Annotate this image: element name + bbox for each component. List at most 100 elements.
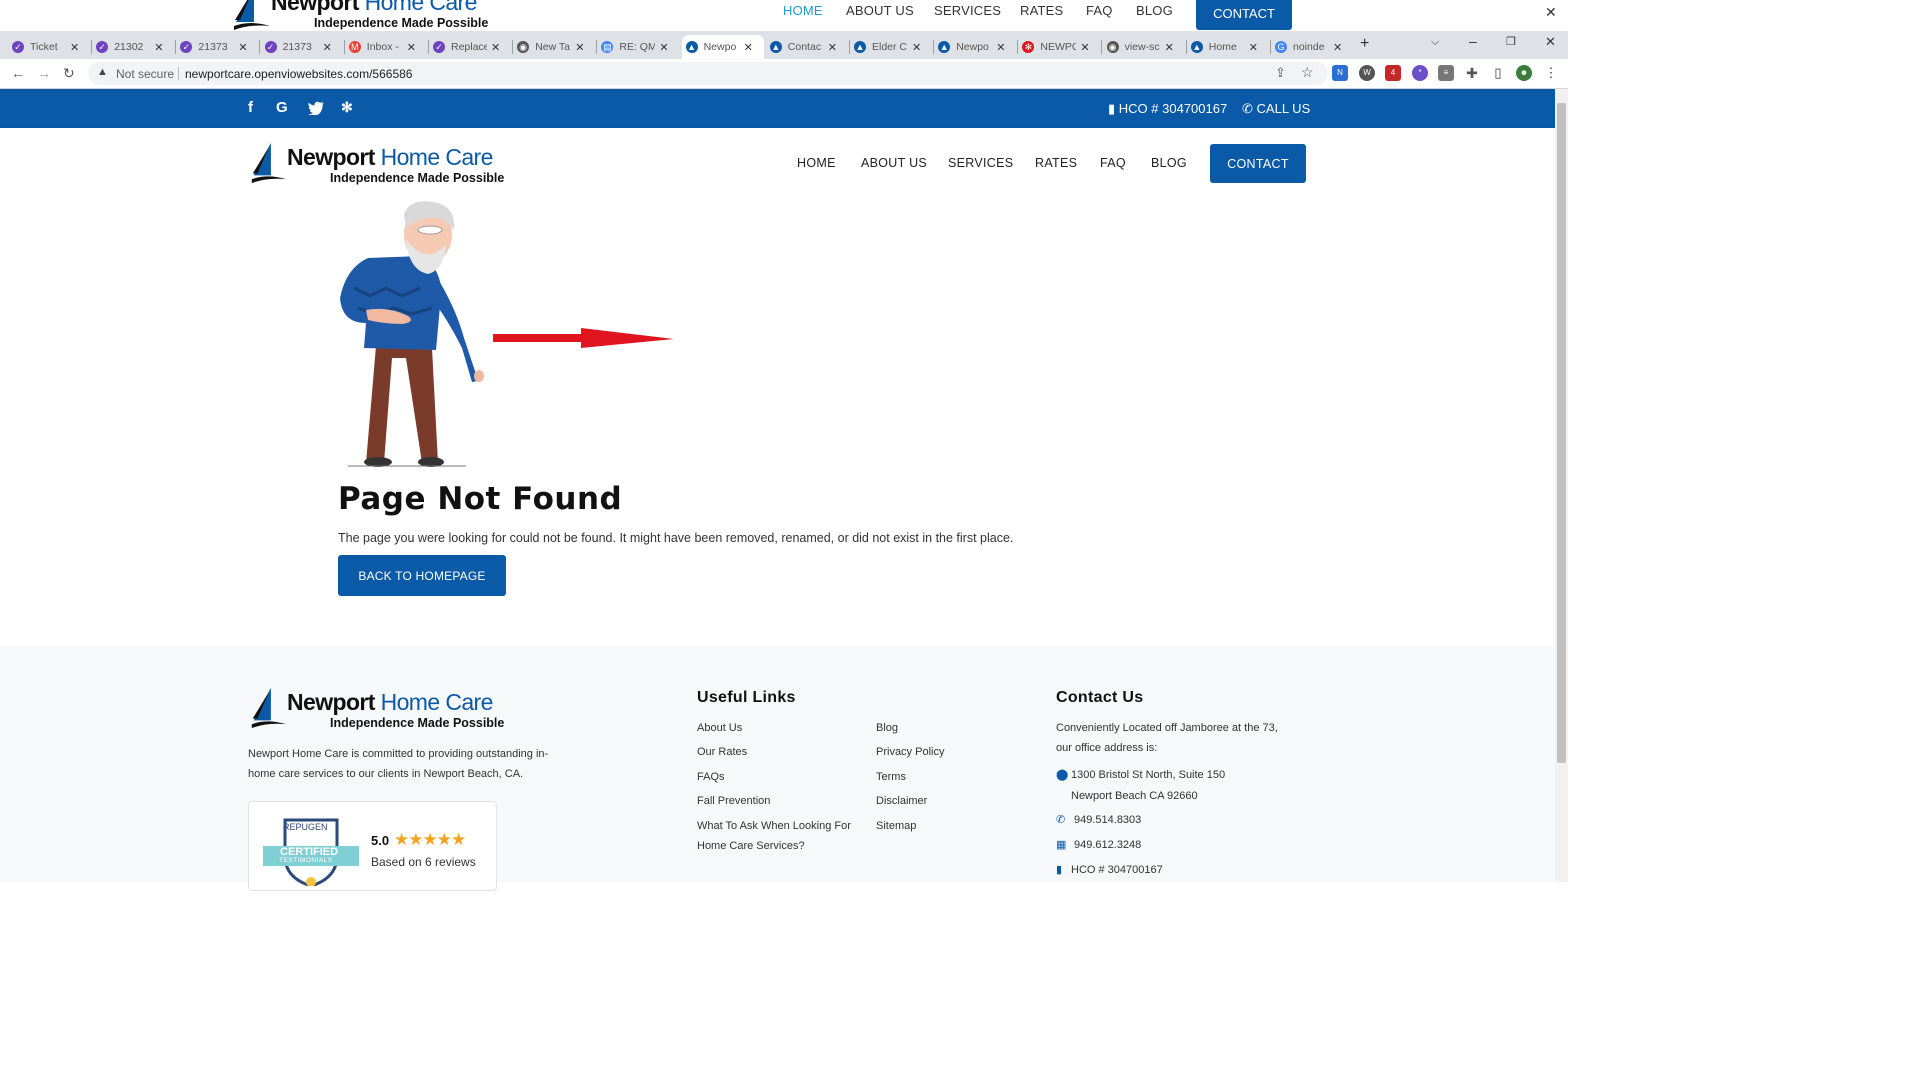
menu-kebab-icon[interactable]: ⋮: [1543, 65, 1559, 81]
footer-about-line: home care services to our clients in New…: [248, 768, 524, 780]
twitter-icon[interactable]: [308, 101, 324, 115]
reload-icon[interactable]: ↻: [63, 65, 75, 82]
repugen-badge[interactable]: REPUGEN CERTIFIED TESTIMONIALS 5.0 ★★★★★…: [248, 801, 497, 891]
tab-close-icon[interactable]: ✕: [996, 41, 1005, 54]
browser-tab[interactable]: ▤ RE: QM ✕: [597, 35, 679, 59]
browser-tab[interactable]: ▲ Contac ✕: [766, 35, 848, 59]
tab-close-icon[interactable]: ✕: [659, 41, 668, 54]
tab-title: Elder C: [872, 41, 908, 53]
omnibox[interactable]: ▲ Not secure newportcare.openviowebsites…: [88, 62, 1328, 85]
tab-close-icon[interactable]: ✕: [828, 41, 837, 54]
footer-phone-link[interactable]: 949.514.8303: [1074, 814, 1141, 826]
forward-arrow-icon[interactable]: →: [37, 65, 51, 81]
header-logo[interactable]: Newport Home Care Independence Made Poss…: [248, 141, 508, 189]
nav-blog[interactable]: BLOG: [1151, 156, 1187, 170]
facebook-icon[interactable]: f: [248, 99, 253, 116]
side-panel-icon[interactable]: ▯: [1490, 65, 1506, 81]
browser-tab[interactable]: ✓ 21373 ✕: [261, 35, 343, 59]
warning-triangle-icon[interactable]: ▲: [97, 66, 108, 78]
footer-link-blog[interactable]: Blog: [876, 722, 898, 734]
browser-tab[interactable]: M Inbox - ✕: [345, 35, 427, 59]
ghost-nav-faq[interactable]: FAQ: [1086, 3, 1113, 18]
browser-tab[interactable]: ✓ Ticket ✕: [8, 35, 90, 59]
tab-search-chevron-icon[interactable]: ⌵: [1431, 36, 1439, 49]
ghost-nav-rates[interactable]: RATES: [1020, 3, 1063, 18]
browser-tab[interactable]: ▲ Newpo ✕: [681, 35, 764, 59]
tab-close-icon[interactable]: ✕: [575, 41, 584, 54]
tab-close-icon[interactable]: ✕: [491, 41, 500, 54]
tab-close-icon[interactable]: ✕: [1249, 41, 1258, 54]
call-us-link[interactable]: ✆ CALL US: [1242, 101, 1310, 117]
minimize-icon[interactable]: –: [1469, 33, 1477, 49]
footer-link-privacy-policy[interactable]: Privacy Policy: [876, 746, 944, 758]
new-tab-icon[interactable]: +: [1360, 35, 1369, 53]
browser-tab[interactable]: Gnoinde ✕: [1271, 35, 1353, 59]
tab-close-icon[interactable]: ✕: [1333, 41, 1342, 54]
ghost-logo[interactable]: Newport Home Care Independence Made Poss…: [232, 0, 492, 31]
browser-tab[interactable]: ◉ New Ta ✕: [513, 35, 595, 59]
tab-close-icon[interactable]: ✕: [238, 41, 247, 54]
ghost-nav-blog[interactable]: BLOG: [1136, 3, 1173, 18]
extension-404-icon[interactable]: 4: [1385, 65, 1401, 81]
browser-tab[interactable]: ▲ Home ✕: [1187, 35, 1269, 59]
wordpress-extension-icon[interactable]: W: [1359, 65, 1375, 81]
browser-tab[interactable]: ▲ Elder C ✕: [850, 35, 932, 59]
ghost-contact-button[interactable]: CONTACT: [1196, 0, 1292, 30]
footer-link-what-to-ask-line2[interactable]: Home Care Services?: [697, 840, 805, 852]
footer-link-sitemap[interactable]: Sitemap: [876, 820, 916, 832]
url-text[interactable]: newportcare.openviowebsites.com/566586: [185, 67, 412, 81]
tab-close-icon[interactable]: ✕: [407, 41, 416, 54]
tab-close-icon[interactable]: ✕: [1165, 41, 1174, 54]
browser-tab[interactable]: ✓ 21373 ✕: [176, 35, 258, 59]
map-pin-icon: ⬤: [1056, 769, 1069, 781]
tab-close-icon[interactable]: ✕: [744, 41, 753, 54]
back-to-homepage-button[interactable]: BACK TO HOMEPAGE: [338, 555, 506, 596]
browser-tab[interactable]: ▲ Newpo ✕: [934, 35, 1016, 59]
footer-about: Newport Home Care is committed to provid…: [248, 744, 548, 784]
footer-logo[interactable]: Newport Home Care Independence Made Poss…: [248, 686, 508, 734]
scrollbar-thumb[interactable]: [1557, 103, 1566, 763]
nav-services[interactable]: SERVICES: [948, 156, 1013, 170]
yelp-icon[interactable]: ✻: [341, 99, 353, 116]
browser-tab[interactable]: ✻ NEWPO ✕: [1018, 35, 1100, 59]
contact-button[interactable]: CONTACT: [1210, 144, 1306, 183]
tab-close-icon[interactable]: ✕: [1080, 41, 1089, 54]
tab-close-icon[interactable]: ✕: [912, 41, 921, 54]
extensions-puzzle-icon[interactable]: ✚: [1464, 65, 1480, 81]
tab-close-icon[interactable]: ✕: [154, 41, 163, 54]
footer-link-our-rates[interactable]: Our Rates: [697, 746, 747, 758]
browser-tab[interactable]: ◉ view-sc ✕: [1103, 35, 1185, 59]
extension-new-icon[interactable]: N: [1332, 65, 1348, 81]
footer-link-what-to-ask[interactable]: What To Ask When Looking For: [697, 820, 851, 832]
nav-about-us[interactable]: ABOUT US: [861, 156, 927, 170]
footer-link-disclaimer[interactable]: Disclaimer: [876, 795, 927, 807]
browser-tab[interactable]: ✓ 21302 ✕: [92, 35, 174, 59]
close-window-icon[interactable]: ✕: [1545, 4, 1557, 21]
google-icon[interactable]: G: [276, 99, 288, 116]
nav-home[interactable]: HOME: [797, 156, 836, 170]
footer-link-about-us[interactable]: About Us: [697, 722, 742, 734]
close-icon[interactable]: ✕: [1545, 34, 1556, 50]
footer-link-terms[interactable]: Terms: [876, 771, 906, 783]
tab-favicon-icon: ▲: [1190, 41, 1203, 53]
security-label[interactable]: Not secure: [116, 67, 174, 81]
database-extension-icon[interactable]: ≡: [1438, 65, 1454, 81]
extension-colorful-icon[interactable]: *: [1412, 65, 1428, 81]
browser-tab[interactable]: ✓ Replace ✕: [429, 35, 511, 59]
back-arrow-icon[interactable]: ←: [11, 65, 25, 81]
profile-avatar[interactable]: ☻: [1516, 65, 1532, 81]
share-icon[interactable]: ⇪: [1275, 65, 1286, 81]
bookmark-star-icon[interactable]: ☆: [1301, 64, 1314, 81]
logo-brand-bold: Newport: [271, 0, 359, 15]
footer-link-faqs[interactable]: FAQs: [697, 771, 725, 783]
restore-icon[interactable]: ❐: [1506, 35, 1516, 48]
nav-faq[interactable]: FAQ: [1100, 156, 1126, 170]
ghost-nav-home[interactable]: HOME: [783, 3, 823, 18]
tab-close-icon[interactable]: ✕: [70, 41, 79, 54]
ghost-nav-about[interactable]: ABOUT US: [846, 3, 914, 18]
footer-link-fall-prevention[interactable]: Fall Prevention: [697, 795, 770, 807]
ghost-nav-services[interactable]: SERVICES: [934, 3, 1001, 18]
tab-close-icon[interactable]: ✕: [323, 41, 332, 54]
page-scrollbar[interactable]: [1555, 89, 1568, 882]
nav-rates[interactable]: RATES: [1035, 156, 1077, 170]
